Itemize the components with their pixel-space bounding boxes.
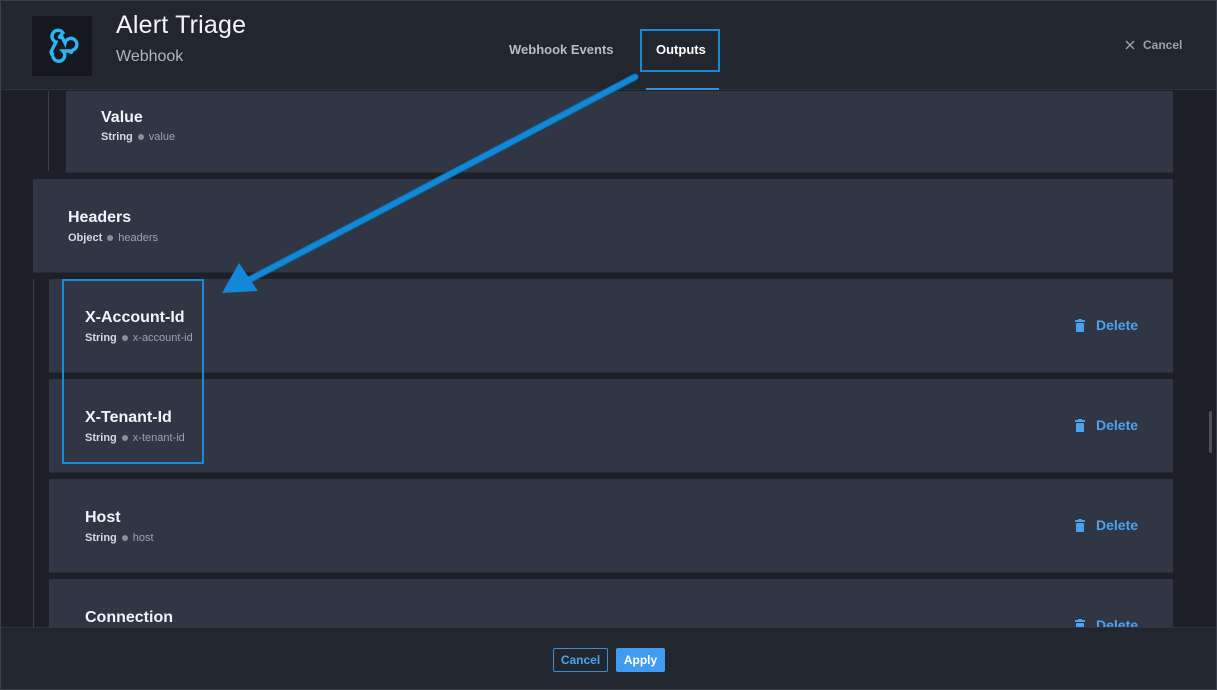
output-row-x-tenant-id[interactable]: X-Tenant-Id String x-tenant-id Delete [49, 379, 1173, 473]
delete-label: Delete [1096, 317, 1139, 333]
output-key: value [148, 131, 176, 143]
tab-webhook-events[interactable]: Webhook Events [509, 42, 614, 57]
webhook-icon [32, 16, 92, 76]
output-meta: String value [101, 131, 175, 143]
delete-label: Delete [1096, 617, 1139, 627]
page-subtitle: Webhook [116, 48, 184, 65]
header-cancel-label: Cancel [1143, 38, 1183, 52]
separator-dot [121, 535, 128, 541]
active-tab-indicator [646, 88, 719, 90]
output-row-x-account-id[interactable]: X-Account-Id String x-account-id Delete [49, 279, 1173, 373]
output-key: host [132, 532, 154, 544]
delete-label: Delete [1096, 517, 1139, 533]
output-row-connection[interactable]: Connection Delete [49, 579, 1173, 627]
delete-button[interactable]: Delete [1075, 317, 1138, 333]
output-type: Object [68, 232, 103, 244]
highlight-box-header-fields [62, 279, 204, 464]
output-meta: Object headers [68, 232, 158, 244]
separator-dot [107, 235, 114, 241]
output-name: Value [101, 109, 143, 126]
output-meta: String host [85, 532, 154, 544]
delete-button[interactable]: Delete [1075, 517, 1138, 533]
output-row-host[interactable]: Host String host Delete [49, 479, 1173, 573]
output-name: Headers [68, 209, 132, 226]
scrollbar-thumb[interactable] [1209, 411, 1212, 453]
delete-label: Delete [1096, 417, 1139, 433]
output-row-value[interactable]: Value String value [66, 91, 1173, 173]
trash-icon [1075, 418, 1085, 432]
tree-guide-line [48, 91, 49, 171]
tree-guide-line [33, 279, 34, 627]
header-cancel-button[interactable]: Cancel [1125, 38, 1182, 52]
delete-button[interactable]: Delete [1075, 617, 1138, 627]
dialog-header: Alert Triage Webhook Webhook Events Outp… [1, 1, 1216, 90]
trash-icon [1075, 618, 1085, 627]
trash-icon [1075, 518, 1085, 532]
dialog-footer: Cancel Apply [1, 627, 1216, 689]
output-type: String [85, 532, 117, 544]
apply-button[interactable]: Apply [616, 648, 665, 672]
trash-icon [1075, 318, 1085, 332]
output-row-headers[interactable]: Headers Object headers [33, 179, 1173, 273]
delete-button[interactable]: Delete [1075, 417, 1138, 433]
output-type: String [101, 131, 133, 143]
cancel-button[interactable]: Cancel [553, 648, 608, 672]
close-icon [1125, 40, 1135, 50]
dialog-window: Alert Triage Webhook Webhook Events Outp… [0, 0, 1217, 690]
output-name: Connection [85, 609, 173, 626]
page-title: Alert Triage [116, 11, 247, 39]
highlight-box-outputs-tab [640, 29, 720, 72]
output-name: Host [85, 509, 121, 526]
output-key: headers [118, 232, 158, 244]
separator-dot [137, 134, 144, 140]
